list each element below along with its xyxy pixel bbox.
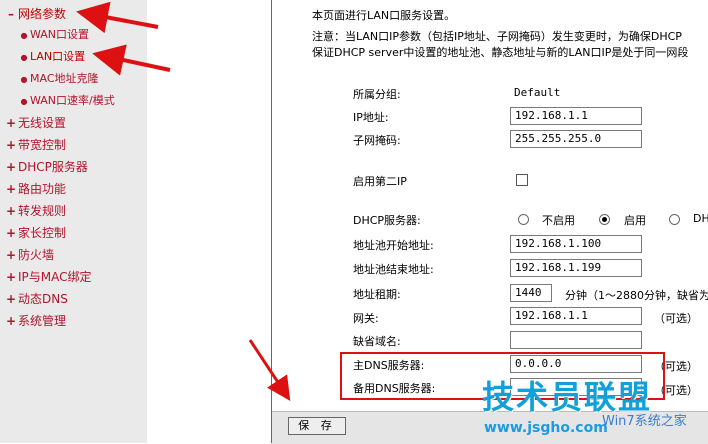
annotation-arrows	[76, 1, 291, 402]
arrow-to-save-button	[248, 339, 291, 402]
arrow-to-lan-settings	[92, 44, 171, 76]
arrow-to-network-params	[76, 1, 159, 34]
